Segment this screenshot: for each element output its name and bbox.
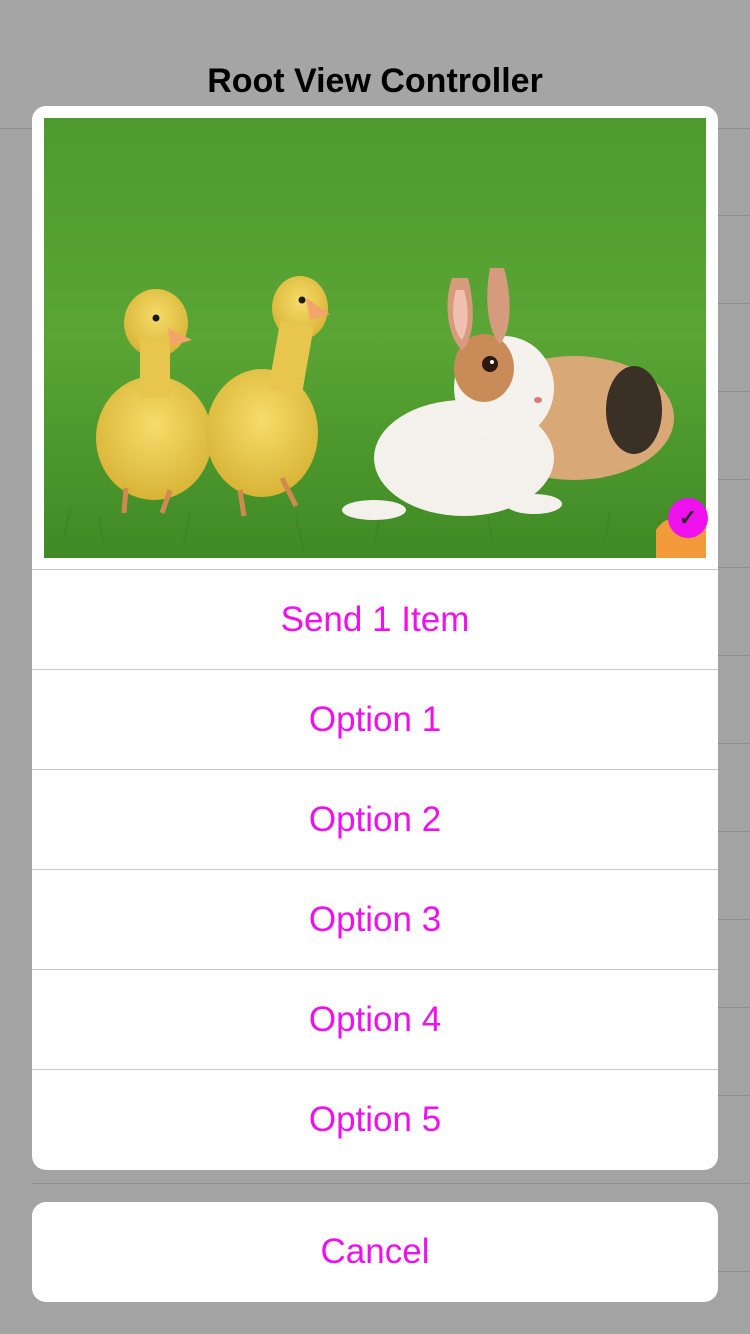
send-item-button[interactable]: Send 1 Item xyxy=(32,570,718,670)
photo-image xyxy=(44,118,706,558)
option-3-button[interactable]: Option 3 xyxy=(32,870,718,970)
option-2-button[interactable]: Option 2 xyxy=(32,770,718,870)
photo-thumbnail[interactable]: ✓ xyxy=(44,118,708,558)
action-sheet: ✓ Send 1 Item Option 1 Option 2 Option 3… xyxy=(32,106,718,1170)
cancel-button[interactable]: Cancel xyxy=(32,1202,718,1302)
option-4-button[interactable]: Option 4 xyxy=(32,970,718,1070)
option-1-button[interactable]: Option 1 xyxy=(32,670,718,770)
table-row-separator xyxy=(32,1183,750,1184)
option-5-button[interactable]: Option 5 xyxy=(32,1070,718,1170)
nav-title: Root View Controller xyxy=(207,62,543,100)
checkmark-icon[interactable]: ✓ xyxy=(668,498,708,538)
